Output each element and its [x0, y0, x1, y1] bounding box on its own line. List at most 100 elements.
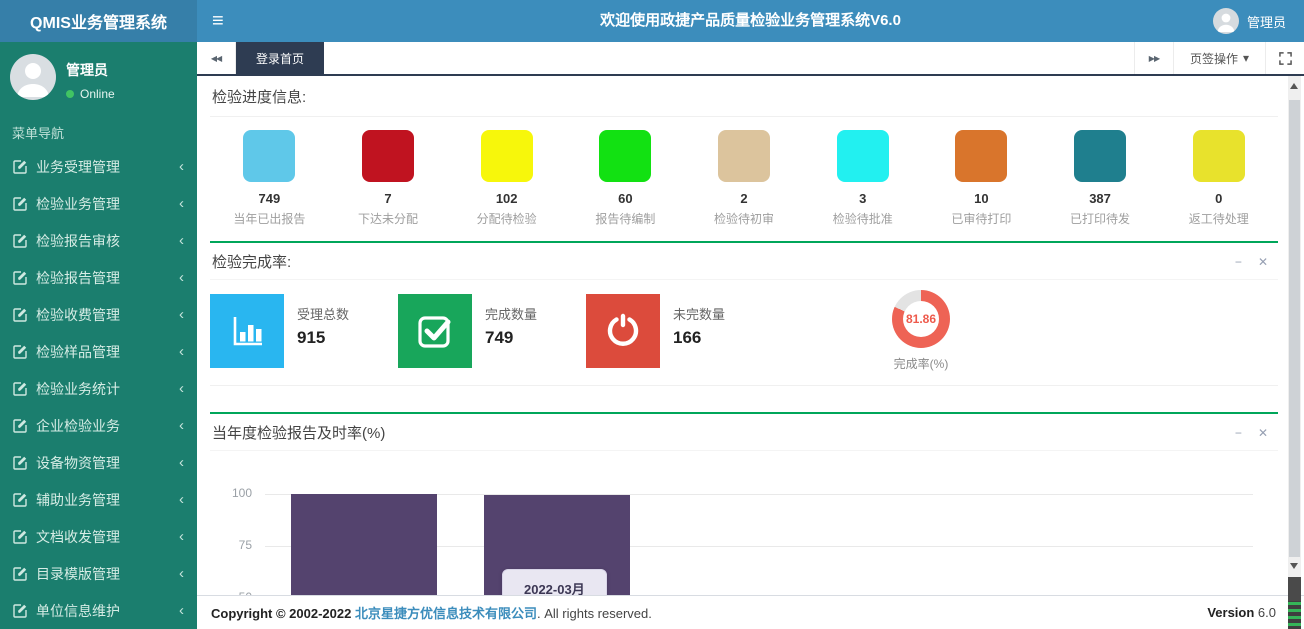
- tabs-scroll-right-icon[interactable]: ▶▶: [1134, 42, 1173, 74]
- close-icon[interactable]: ✕: [1258, 427, 1268, 439]
- stat-value: 166: [673, 328, 725, 348]
- completion-stats: 受理总数 915 完成数量 749: [210, 280, 1278, 386]
- chevron-left-icon: ‹: [179, 270, 184, 285]
- fullscreen-icon[interactable]: [1265, 42, 1304, 74]
- sidebar-user-name: 管理员: [66, 60, 115, 80]
- sidebar-menu-item[interactable]: 检验报告管理 ‹: [0, 259, 197, 296]
- page-content: 检验进度信息: 749 当年已出报告 7 下达未分配 102 分配待检验 60 …: [197, 76, 1304, 595]
- chart-bar[interactable]: [291, 494, 437, 595]
- sidebar-menu: 业务受理管理 ‹ 检验业务管理 ‹ 检验报告审核 ‹ 检验报告管理 ‹ 检验收费…: [0, 148, 197, 629]
- chevron-left-icon: ‹: [179, 233, 184, 248]
- sidebar-menu-item[interactable]: 检验报告审核 ‹: [0, 222, 197, 259]
- sidebar-item-label: 检验业务管理: [36, 194, 120, 214]
- tile-value: 10: [922, 191, 1041, 206]
- close-icon[interactable]: ✕: [1258, 256, 1268, 268]
- caret-down-icon: ▾: [1243, 51, 1249, 65]
- sidebar-menu-item[interactable]: 检验样品管理 ‹: [0, 333, 197, 370]
- minimize-icon[interactable]: −: [1235, 256, 1242, 268]
- stat-label: 未完数量: [673, 304, 725, 323]
- chevron-left-icon: ‹: [179, 418, 184, 433]
- edit-icon: [13, 345, 27, 359]
- edit-icon: [13, 530, 27, 544]
- company-link[interactable]: 北京星捷方优信息技术有限公司: [355, 606, 537, 621]
- chevron-left-icon: ‹: [179, 603, 184, 618]
- tile-box[interactable]: [955, 130, 1007, 182]
- sidebar-menu-item[interactable]: 辅助业务管理 ‹: [0, 481, 197, 518]
- sidebar-menu-item[interactable]: 设备物资管理 ‹: [0, 444, 197, 481]
- tile-label: 分配待检验: [447, 210, 566, 227]
- power-icon: [586, 294, 660, 368]
- sidebar-item-label: 企业检验业务: [36, 416, 120, 436]
- completion-donut: 81.86 完成率(%): [892, 290, 950, 372]
- chevron-left-icon: ‹: [179, 455, 184, 470]
- copyright-text: Copyright © 2002-2022: [211, 606, 351, 621]
- sidebar-item-label: 文档收发管理: [36, 527, 120, 547]
- tabs-scroll-left-icon[interactable]: ◀◀: [197, 42, 236, 74]
- scroll-up-icon[interactable]: [1290, 83, 1298, 89]
- progress-tile: 2 检验待初审: [685, 130, 804, 227]
- sidebar-item-label: 检验报告管理: [36, 268, 120, 288]
- sidebar-menu-item[interactable]: 检验收费管理 ‹: [0, 296, 197, 333]
- tile-value: 3: [803, 191, 922, 206]
- chevron-left-icon: ‹: [179, 381, 184, 396]
- sidebar-toggle-icon[interactable]: ≡: [197, 0, 239, 42]
- check-square-icon: [398, 294, 472, 368]
- donut-label: 完成率(%): [892, 355, 950, 372]
- tile-box[interactable]: [1074, 130, 1126, 182]
- main-area: ◀◀ 登录首页 ▶▶ 页签操作 ▾ 检验进度信息: 749 当年已出报告: [197, 42, 1304, 629]
- tile-value: 102: [447, 191, 566, 206]
- tab-operations-dropdown[interactable]: 页签操作 ▾: [1173, 42, 1265, 74]
- sidebar-item-label: 目录模版管理: [36, 564, 120, 584]
- vertical-scrollbar[interactable]: [1288, 76, 1301, 629]
- progress-section: 检验进度信息: 749 当年已出报告 7 下达未分配 102 分配待检验 60 …: [210, 76, 1278, 241]
- tile-box[interactable]: [1193, 130, 1245, 182]
- scroll-down-icon[interactable]: [1290, 563, 1298, 569]
- tab-operations-label: 页签操作: [1190, 50, 1238, 67]
- version-word: Version: [1207, 605, 1254, 620]
- minimize-icon[interactable]: −: [1235, 427, 1242, 439]
- tile-box[interactable]: [599, 130, 651, 182]
- sidebar-menu-item[interactable]: 目录模版管理 ‹: [0, 555, 197, 592]
- user-avatar-icon: [1213, 8, 1239, 34]
- sidebar-menu-item[interactable]: 企业检验业务 ‹: [0, 407, 197, 444]
- tile-value: 749: [210, 191, 329, 206]
- sidebar-menu-item[interactable]: 单位信息维护 ‹: [0, 592, 197, 629]
- chevron-left-icon: ‹: [179, 529, 184, 544]
- sidebar-user-status: Online: [66, 87, 115, 101]
- stat-value: 749: [485, 328, 537, 348]
- top-header: QMIS业务管理系统 ≡ 欢迎使用政捷产品质量检验业务管理系统V6.0 管理员: [0, 0, 1304, 42]
- tab-home[interactable]: 登录首页: [236, 42, 324, 74]
- stat-card-total[interactable]: 受理总数 915: [210, 294, 386, 368]
- sidebar-menu-item[interactable]: 检验业务统计 ‹: [0, 370, 197, 407]
- user-menu[interactable]: 管理员: [1195, 0, 1304, 42]
- sidebar-menu-item[interactable]: 文档收发管理 ‹: [0, 518, 197, 555]
- sidebar-menu-item[interactable]: 业务受理管理 ‹: [0, 148, 197, 185]
- online-dot-icon: [66, 90, 74, 98]
- stat-card-done[interactable]: 完成数量 749: [398, 294, 574, 368]
- tile-box[interactable]: [837, 130, 889, 182]
- sidebar-avatar-icon: [10, 54, 56, 100]
- tile-label: 已审待打印: [922, 210, 1041, 227]
- progress-tile: 0 返工待处理: [1159, 130, 1278, 227]
- sidebar-menu-item[interactable]: 检验业务管理 ‹: [0, 185, 197, 222]
- tile-box[interactable]: [243, 130, 295, 182]
- timeliness-panel: 当年度检验报告及时率(%) − ✕ 2022-03月 及时率: 99.31 10…: [210, 412, 1278, 595]
- tile-box[interactable]: [481, 130, 533, 182]
- scrollbar-handle[interactable]: [1288, 577, 1301, 629]
- stat-card-remaining[interactable]: 未完数量 166: [586, 294, 762, 368]
- tile-value: 2: [685, 191, 804, 206]
- sidebar-item-label: 检验收费管理: [36, 305, 120, 325]
- tile-box[interactable]: [718, 130, 770, 182]
- progress-tile: 3 检验待批准: [803, 130, 922, 227]
- footer: Copyright © 2002-2022 北京星捷方优信息技术有限公司. Al…: [197, 595, 1304, 629]
- bar-chart-icon: [210, 294, 284, 368]
- y-tick-label: 100: [210, 486, 252, 500]
- progress-tile: 102 分配待检验: [447, 130, 566, 227]
- tile-box[interactable]: [362, 130, 414, 182]
- tile-value: 387: [1041, 191, 1160, 206]
- chart-tooltip: 2022-03月 及时率: 99.31: [502, 569, 607, 595]
- edit-icon: [13, 382, 27, 396]
- y-tick-label: 50: [210, 590, 252, 595]
- scrollbar-thumb[interactable]: [1289, 100, 1300, 557]
- tile-label: 返工待处理: [1159, 210, 1278, 227]
